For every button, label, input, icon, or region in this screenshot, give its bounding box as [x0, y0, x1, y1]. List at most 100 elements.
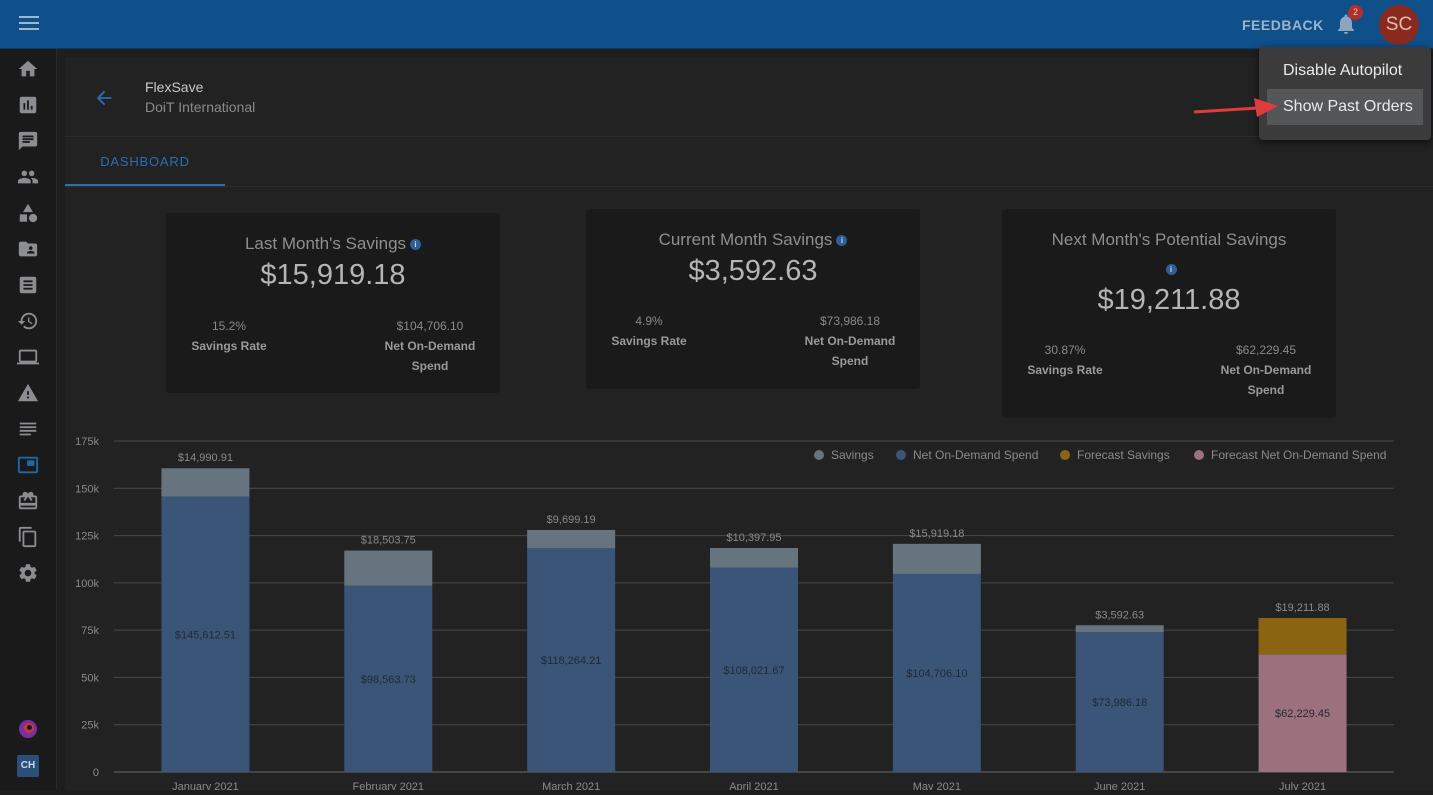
- info-icon[interactable]: i: [410, 239, 422, 251]
- annotation-arrow-icon: [1193, 98, 1278, 117]
- page-subtitle: DoiT International: [145, 99, 256, 115]
- copy-icon[interactable]: [17, 526, 39, 548]
- chat-icon[interactable]: [17, 130, 39, 152]
- bar-label-inside: $108,021.67: [723, 665, 784, 677]
- legend-marker: [896, 450, 906, 460]
- y-tick-label: 50k: [81, 672, 99, 684]
- menu-icon[interactable]: [16, 12, 42, 36]
- bar-label-top: $9,699.19: [547, 514, 596, 526]
- bar-label-inside: $145,612.51: [175, 629, 236, 641]
- x-tick-label: February 2021: [353, 781, 425, 790]
- home-icon[interactable]: [17, 58, 39, 80]
- x-tick-label: July 2021: [1279, 781, 1326, 790]
- y-tick-label: 175k: [75, 436, 99, 448]
- savings-rate-value: 30.87%: [1044, 343, 1086, 357]
- bar-label-inside: $62,229.45: [1275, 708, 1330, 720]
- net-spend-label: Net On-Demand Spend: [804, 334, 896, 368]
- info-icon[interactable]: i: [1165, 264, 1177, 276]
- net-spend-value: $73,986.18: [819, 314, 881, 328]
- sidebar: CH: [0, 49, 57, 790]
- bar-label-inside: $98,563.73: [361, 674, 416, 686]
- bar-label-top: $18,503.75: [361, 535, 416, 547]
- info-icon[interactable]: i: [836, 235, 848, 247]
- avatar[interactable]: SC: [1379, 5, 1419, 45]
- net-spend-value: $104,706.10: [396, 319, 464, 333]
- back-arrow-icon[interactable]: [93, 87, 115, 109]
- card-title: Current Month Savings i: [586, 230, 920, 250]
- y-tick-label: 100k: [75, 578, 99, 590]
- bar-savings: [1075, 625, 1164, 633]
- bar-label-inside: $104,706.10: [906, 668, 967, 680]
- bar-savings: [892, 543, 981, 574]
- warning-icon[interactable]: [17, 382, 39, 404]
- savings-chart: 0 25k 50k 75k 100k 125k 150k 175k $145,612.51 $14…: [65, 430, 1405, 793]
- bar-label-top: $14,990.91: [178, 452, 233, 464]
- y-tick-label: 150k: [75, 483, 99, 495]
- info-wrapper: i: [1002, 261, 1336, 279]
- x-tick-label: May 2021: [913, 781, 961, 790]
- legend-label: Net On-Demand Spend: [913, 448, 1038, 462]
- y-tick-label: 0: [93, 767, 99, 779]
- x-tick-label: June 2021: [1094, 781, 1145, 790]
- savings-rate-value: 15.2%: [211, 319, 247, 333]
- y-tick-label: 75k: [81, 625, 99, 637]
- legend-label: Forecast Savings: [1077, 448, 1170, 462]
- notification-badge: 2: [1348, 5, 1363, 20]
- next-month-savings-card: Next Month's Potential Savings i $19,211…: [1002, 209, 1336, 418]
- card-title: Next Month's Potential Savings: [1051, 230, 1287, 249]
- bar-label-top: $10,397.95: [726, 532, 781, 544]
- legend-marker: [814, 450, 824, 460]
- bar-label-top: $15,919.18: [909, 528, 964, 540]
- net-spend-label: Net On-Demand Spend: [1220, 363, 1312, 397]
- card-amount: $15,919.18: [260, 259, 406, 291]
- folder-contact-icon[interactable]: [17, 238, 39, 260]
- bar-savings: [710, 548, 798, 568]
- gift-icon[interactable]: [17, 490, 39, 512]
- tab-bar: DASHBOARD: [65, 137, 1433, 187]
- lines-icon[interactable]: [17, 418, 39, 440]
- actions-menu: Disable Autopilot Show Past Orders: [1259, 47, 1431, 140]
- laptop-icon[interactable]: [17, 346, 39, 368]
- card-amount: $19,211.88: [1097, 284, 1241, 316]
- net-spend-value: $62,229.45: [1235, 343, 1297, 357]
- x-tick-label: April 2021: [729, 781, 779, 790]
- y-tick-label: 125k: [75, 531, 99, 543]
- savings-rate-label: Savings Rate: [1027, 363, 1103, 377]
- bar-savings: [161, 468, 250, 497]
- bar-savings: [344, 550, 433, 586]
- current-month-savings-card: Current Month Savings i $3,592.63 4.9% Sa…: [586, 209, 920, 389]
- bar-label-top: $19,211.88: [1275, 602, 1329, 614]
- last-month-savings-card: Last Month's Savings i $15,919.18 15.2% S…: [166, 213, 500, 393]
- net-spend-label: Net On-Demand Spend: [384, 339, 476, 373]
- bar-label-top: $3,592.63: [1095, 609, 1144, 621]
- savings-rate-value: 4.9%: [635, 314, 663, 328]
- x-tick-label: January 2021: [172, 781, 239, 790]
- reports-icon[interactable]: [17, 94, 39, 116]
- feedback-button[interactable]: FEEDBACK: [1242, 17, 1324, 33]
- savings-rate-label: Savings Rate: [611, 334, 687, 348]
- show-past-orders-item[interactable]: Show Past Orders: [1267, 89, 1423, 125]
- gear-icon[interactable]: [17, 562, 39, 584]
- savings-rate-label: Savings Rate: [191, 339, 267, 353]
- ch-icon[interactable]: CH: [17, 755, 39, 777]
- bar-label-inside: $73,986.18: [1092, 697, 1147, 709]
- list-icon[interactable]: [17, 274, 39, 296]
- people-icon[interactable]: [17, 166, 39, 188]
- bar-savings: [527, 529, 616, 549]
- org-logo-icon[interactable]: [17, 718, 39, 740]
- legend-label: Forecast Net On-Demand Spend: [1211, 448, 1386, 462]
- legend-marker: [1194, 450, 1204, 460]
- tab-dashboard[interactable]: DASHBOARD: [65, 137, 225, 186]
- shapes-icon[interactable]: [17, 202, 39, 224]
- y-tick-label: 25k: [81, 720, 99, 732]
- disable-autopilot-item[interactable]: Disable Autopilot: [1267, 53, 1423, 89]
- chart-svg: 0 25k 50k 75k 100k 125k 150k 175k $145,612.51 $14…: [75, 436, 1394, 793]
- x-tick-label: March 2021: [542, 781, 600, 790]
- bar-label-inside: $118,264.21: [541, 655, 601, 667]
- card-title: Last Month's Savings i: [166, 234, 500, 254]
- legend-marker: [1060, 450, 1070, 460]
- history-icon[interactable]: [17, 310, 39, 332]
- top-app-bar: FEEDBACK 2 SC: [0, 0, 1433, 49]
- bar-forecast-savings: [1258, 617, 1347, 655]
- picture-in-picture-icon[interactable]: [17, 454, 39, 476]
